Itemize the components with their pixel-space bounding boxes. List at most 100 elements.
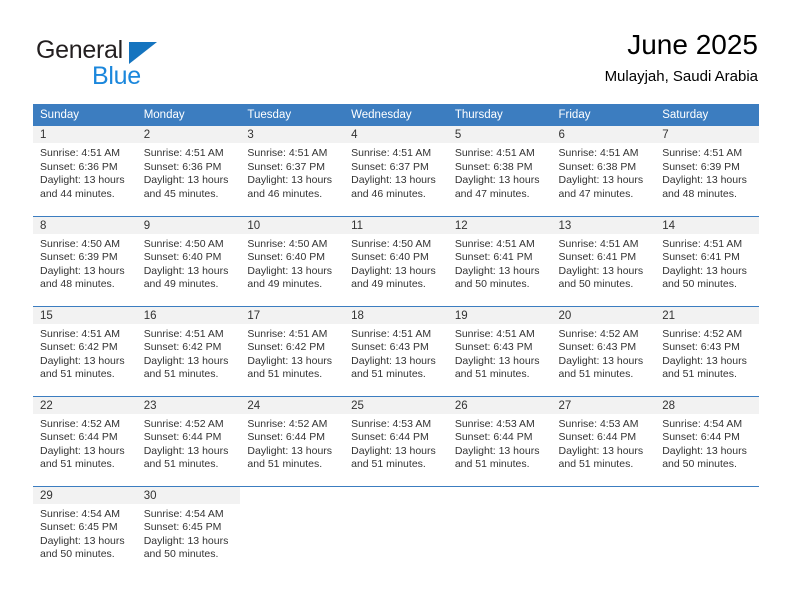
calendar-day-cell[interactable]: 16 Sunrise: 4:51 AM Sunset: 6:42 PM Dayligh… (136, 305, 241, 396)
calendar-week-row: 22 Sunrise: 4:52 AM Sunset: 6:44 PM Dayligh… (33, 395, 759, 486)
calendar-day-cell[interactable]: 24 Sunrise: 4:52 AM Sunset: 6:44 PM Dayligh… (240, 395, 345, 486)
daylight-text-line2: and 51 minutes. (143, 368, 219, 381)
day-number: 19 (447, 306, 552, 324)
sunrise-text: Sunrise: 4:52 AM (558, 327, 639, 340)
day-details: Sunrise: 4:53 AM Sunset: 6:44 PM Daylight:… (448, 414, 552, 472)
daylight-text-line1: Daylight: 13 hours (662, 354, 747, 367)
calendar-day-cell[interactable]: 13 Sunrise: 4:51 AM Sunset: 6:41 PM Dayligh… (551, 215, 656, 306)
calendar-day-cell[interactable]: 7 Sunrise: 4:51 AM Sunset: 6:39 PM Daylight… (655, 126, 759, 216)
sunrise-text: Sunrise: 4:51 AM (558, 237, 639, 250)
calendar-day-cell[interactable]: 26 Sunrise: 4:53 AM Sunset: 6:44 PM Dayligh… (447, 395, 552, 486)
daylight-text-line1: Daylight: 13 hours (247, 444, 333, 457)
day-number (448, 487, 552, 504)
calendar-day-cell[interactable]: 20 Sunrise: 4:52 AM Sunset: 6:43 PM Dayligh… (551, 305, 656, 396)
day-number: 14 (655, 216, 759, 234)
sunrise-text: Sunrise: 4:51 AM (143, 327, 224, 340)
day-details: Sunrise: 4:52 AM Sunset: 6:44 PM Daylight:… (33, 414, 137, 472)
weekday-header-monday: Monday (136, 104, 241, 126)
day-number: 12 (447, 216, 552, 234)
weekday-header-tuesday: Tuesday (240, 104, 345, 126)
calendar-day-cell[interactable]: 6 Sunrise: 4:51 AM Sunset: 6:38 PM Daylight… (551, 126, 656, 216)
sunrise-text: Sunrise: 4:50 AM (351, 237, 432, 250)
calendar-day-cell[interactable]: 10 Sunrise: 4:50 AM Sunset: 6:40 PM Dayligh… (240, 215, 345, 306)
sunset-text: Sunset: 6:36 PM (143, 160, 222, 173)
calendar-day-cell[interactable]: 2 Sunrise: 4:51 AM Sunset: 6:36 PM Daylight… (136, 126, 241, 216)
calendar-day-cell[interactable]: 4 Sunrise: 4:51 AM Sunset: 6:37 PM Daylight… (344, 126, 448, 216)
day-details: Sunrise: 4:51 AM Sunset: 6:39 PM Daylight:… (655, 143, 759, 201)
day-number: 4 (344, 126, 448, 143)
daylight-text-line2: and 44 minutes. (40, 187, 115, 200)
sunset-text: Sunset: 6:37 PM (247, 160, 326, 173)
daylight-text-line1: Daylight: 13 hours (662, 444, 747, 457)
calendar-day-cell[interactable]: 30 Sunrise: 4:54 AM Sunset: 6:45 PM Dayligh… (136, 485, 241, 570)
calendar-day-cell[interactable]: 3 Sunrise: 4:51 AM Sunset: 6:37 PM Daylight… (240, 126, 345, 216)
daylight-text-line1: Daylight: 13 hours (351, 354, 436, 367)
calendar-day-cell[interactable]: 27 Sunrise: 4:53 AM Sunset: 6:44 PM Dayligh… (551, 395, 656, 486)
daylight-text-line1: Daylight: 13 hours (247, 264, 333, 277)
calendar-day-cell[interactable]: 11 Sunrise: 4:50 AM Sunset: 6:40 PM Dayligh… (344, 215, 448, 306)
calendar-day-cell[interactable]: 15 Sunrise: 4:51 AM Sunset: 6:42 PM Dayligh… (33, 305, 137, 396)
sunset-text: Sunset: 6:44 PM (143, 431, 222, 444)
sunrise-text: Sunrise: 4:51 AM (247, 327, 328, 340)
calendar-day-cell[interactable]: 21 Sunrise: 4:52 AM Sunset: 6:43 PM Dayligh… (655, 305, 759, 396)
calendar-day-cell[interactable]: 14 Sunrise: 4:51 AM Sunset: 6:41 PM Dayligh… (655, 215, 759, 306)
daylight-text-line2: and 48 minutes. (662, 187, 737, 200)
daylight-text-line2: and 51 minutes. (662, 368, 737, 381)
calendar-cell-empty (655, 485, 759, 570)
sunrise-text: Sunrise: 4:51 AM (662, 147, 743, 159)
calendar-cell-empty (447, 485, 552, 570)
generalblue-logo[interactable]: General Blue (36, 36, 166, 90)
weekday-header-wednesday: Wednesday (344, 104, 448, 126)
daylight-text-line2: and 48 minutes. (40, 278, 115, 291)
daylight-text-line2: and 51 minutes. (351, 458, 426, 471)
day-number (552, 487, 656, 504)
sunrise-text: Sunrise: 4:52 AM (40, 417, 120, 430)
daylight-text-line1: Daylight: 13 hours (143, 174, 229, 187)
calendar-day-cell[interactable]: 5 Sunrise: 4:51 AM Sunset: 6:38 PM Daylight… (447, 126, 552, 216)
sunset-text: Sunset: 6:44 PM (662, 431, 740, 444)
calendar-day-cell[interactable]: 28 Sunrise: 4:54 AM Sunset: 6:44 PM Dayligh… (655, 395, 759, 486)
day-number: 27 (551, 396, 656, 414)
calendar-day-cell[interactable]: 19 Sunrise: 4:51 AM Sunset: 6:43 PM Dayligh… (447, 305, 552, 396)
sunrise-text: Sunrise: 4:51 AM (143, 147, 224, 159)
daylight-text-line2: and 50 minutes. (143, 548, 219, 561)
triangle-right-icon (129, 42, 157, 64)
logo-text-general: General (36, 36, 123, 64)
day-number: 28 (655, 396, 759, 414)
title-block: June 2025 Mulayjah, Saudi Arabia (605, 28, 758, 88)
calendar-day-cell[interactable]: 8 Sunrise: 4:50 AM Sunset: 6:39 PM Daylight… (33, 215, 137, 306)
day-details: Sunrise: 4:51 AM Sunset: 6:36 PM Daylight:… (33, 143, 137, 201)
daylight-text-line1: Daylight: 13 hours (454, 354, 540, 367)
day-details: Sunrise: 4:52 AM Sunset: 6:44 PM Daylight:… (137, 414, 241, 472)
daylight-text-line1: Daylight: 13 hours (143, 444, 229, 457)
day-details: Sunrise: 4:53 AM Sunset: 6:44 PM Daylight:… (344, 414, 448, 472)
calendar-day-cell[interactable]: 12 Sunrise: 4:51 AM Sunset: 6:41 PM Dayligh… (447, 215, 552, 306)
daylight-text-line2: and 49 minutes. (143, 278, 219, 291)
day-number: 5 (447, 126, 552, 143)
daylight-text-line1: Daylight: 13 hours (40, 264, 125, 277)
calendar-day-cell[interactable]: 17 Sunrise: 4:51 AM Sunset: 6:42 PM Dayligh… (240, 305, 345, 396)
calendar-day-cell[interactable]: 23 Sunrise: 4:52 AM Sunset: 6:44 PM Dayligh… (136, 395, 241, 486)
calendar-day-cell[interactable]: 25 Sunrise: 4:53 AM Sunset: 6:44 PM Dayligh… (344, 395, 448, 486)
calendar-day-cell[interactable]: 1 Sunrise: 4:51 AM Sunset: 6:36 PM Daylight… (33, 126, 137, 216)
calendar-day-cell[interactable]: 9 Sunrise: 4:50 AM Sunset: 6:40 PM Daylight… (136, 215, 241, 306)
sunrise-text: Sunrise: 4:51 AM (40, 327, 120, 340)
sunset-text: Sunset: 6:45 PM (143, 521, 222, 534)
day-details: Sunrise: 4:53 AM Sunset: 6:44 PM Daylight:… (552, 414, 656, 472)
sunrise-text: Sunrise: 4:51 AM (247, 147, 328, 159)
calendar-day-cell[interactable]: 22 Sunrise: 4:52 AM Sunset: 6:44 PM Dayligh… (33, 395, 137, 486)
sunrise-text: Sunrise: 4:50 AM (143, 237, 224, 250)
daylight-text-line2: and 47 minutes. (558, 187, 634, 200)
day-details: Sunrise: 4:51 AM Sunset: 6:38 PM Daylight:… (552, 143, 656, 201)
daylight-text-line2: and 51 minutes. (143, 458, 219, 471)
day-details: Sunrise: 4:51 AM Sunset: 6:42 PM Daylight:… (240, 324, 344, 382)
calendar-day-cell[interactable]: 29 Sunrise: 4:54 AM Sunset: 6:45 PM Dayligh… (33, 485, 137, 570)
day-details: Sunrise: 4:50 AM Sunset: 6:40 PM Daylight:… (240, 234, 344, 292)
sunset-text: Sunset: 6:42 PM (143, 341, 222, 354)
day-details: Sunrise: 4:51 AM Sunset: 6:42 PM Daylight:… (33, 324, 137, 382)
calendar-day-cell[interactable]: 18 Sunrise: 4:51 AM Sunset: 6:43 PM Dayligh… (344, 305, 448, 396)
sunrise-text: Sunrise: 4:53 AM (454, 417, 535, 430)
sunrise-text: Sunrise: 4:51 AM (351, 147, 432, 159)
daylight-text-line2: and 50 minutes. (662, 458, 737, 471)
sunset-text: Sunset: 6:39 PM (40, 251, 118, 264)
